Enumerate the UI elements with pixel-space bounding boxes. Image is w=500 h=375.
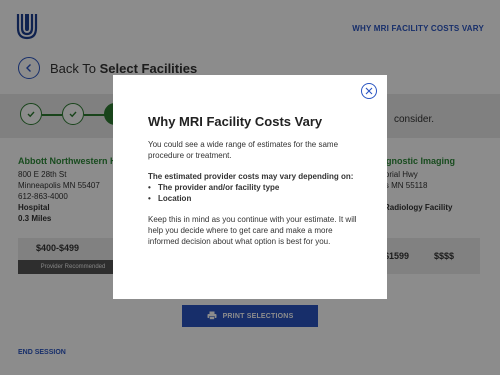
modal-title: Why MRI Facility Costs Vary (148, 114, 323, 129)
modal-bullet-list: The provider and/or facility type Locati… (148, 182, 358, 204)
list-item: Location (148, 193, 358, 204)
modal-paragraph: Keep this in mind as you continue with y… (148, 215, 357, 246)
list-item: The provider and/or facility type (148, 182, 358, 193)
modal-paragraph-bold: The estimated provider costs may vary de… (148, 172, 354, 181)
modal-paragraph: You could see a wide range of estimates … (148, 140, 339, 160)
modal-body: You could see a wide range of estimates … (148, 139, 358, 257)
close-icon[interactable] (361, 83, 377, 99)
costs-vary-modal: Why MRI Facility Costs Vary You could se… (113, 75, 387, 299)
